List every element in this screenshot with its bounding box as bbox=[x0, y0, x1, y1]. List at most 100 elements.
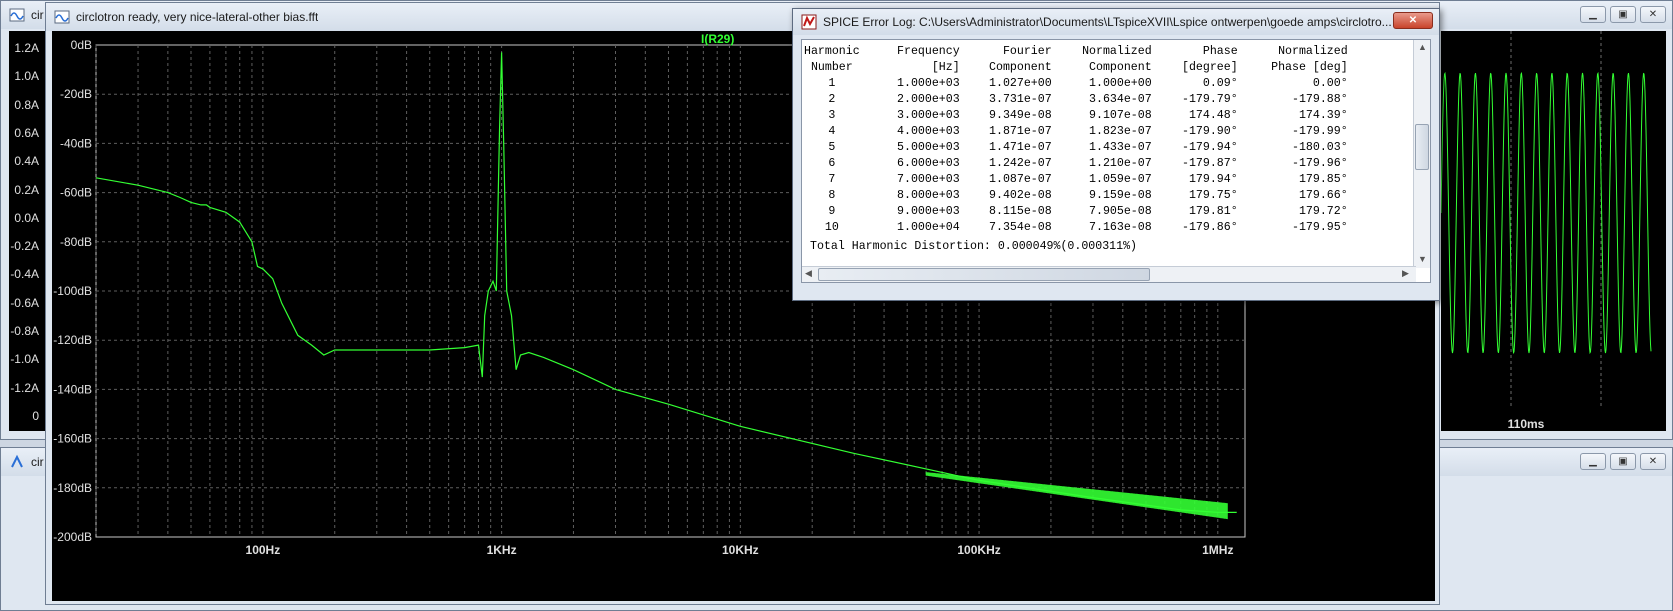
schematic-icon bbox=[11, 454, 23, 468]
table-cell: 1.433e-07 bbox=[1089, 141, 1152, 154]
header-cell: Fourier bbox=[1002, 45, 1052, 58]
table-cell: 1.059e-07 bbox=[1089, 173, 1152, 186]
table-cell: -179.79° bbox=[1182, 93, 1238, 106]
left-axis-tick-label: -0.2A bbox=[10, 239, 39, 254]
table-cell: 4 bbox=[828, 125, 836, 138]
close-button[interactable]: ✕ bbox=[1640, 453, 1666, 470]
left-axis-tick-label: -1.0A bbox=[10, 352, 39, 367]
close-button[interactable]: ✕ bbox=[1393, 12, 1433, 29]
maximize-button[interactable]: ▣ bbox=[1610, 6, 1636, 23]
scroll-right-arrow-icon[interactable]: ▶ bbox=[1402, 268, 1409, 279]
total-harmonic-distortion: Total Harmonic Distortion: 0.000049%(0.0… bbox=[810, 240, 1137, 253]
table-cell: 7.000e+03 bbox=[897, 173, 960, 186]
table-cell: 5.000e+03 bbox=[897, 141, 960, 154]
table-cell: 0.09° bbox=[1202, 77, 1238, 90]
header-cell: [degree] bbox=[1182, 61, 1238, 74]
horizontal-scrollbar[interactable]: ◀ ▶ bbox=[802, 266, 1416, 282]
table-row: 4 4.000e+03 1.871e-07 1.823e-07 -179.90° -179… bbox=[804, 124, 1348, 140]
table-cell: 7.905e-08 bbox=[1089, 205, 1152, 218]
left-axis-tick-label: -0.8A bbox=[10, 324, 39, 338]
table-cell: 7 bbox=[828, 173, 836, 186]
table-cell: 179.85° bbox=[1298, 173, 1348, 186]
table-row: 5 5.000e+03 1.471e-07 1.433e-07 -179.94° -180… bbox=[804, 140, 1348, 156]
left-axis-tick-label: 0.6A bbox=[14, 125, 39, 140]
table-cell: 2.000e+03 bbox=[897, 93, 960, 106]
x-tick-label: 1MHz bbox=[1202, 543, 1233, 557]
table-cell: 9.107e-08 bbox=[1089, 109, 1152, 122]
header-cell: Frequency bbox=[897, 45, 960, 58]
table-row: 9 9.000e+03 8.115e-08 7.905e-08 179.81° 179.7… bbox=[804, 204, 1348, 220]
left-axis-tick-label: 1.0A bbox=[14, 69, 39, 84]
table-row: 10 1.000e+04 7.354e-08 7.163e-08 -179.86° -17… bbox=[804, 220, 1348, 236]
close-button[interactable]: ✕ bbox=[1640, 6, 1666, 23]
table-cell: 3.000e+03 bbox=[897, 109, 960, 122]
left-axis-tick-label: -0.4A bbox=[10, 267, 39, 282]
left-axis-tick-label: -1.2A bbox=[10, 380, 39, 395]
x-tick-label: 100Hz bbox=[246, 543, 281, 557]
header-cell: Component bbox=[1089, 61, 1152, 74]
y-tick-label: -160dB bbox=[53, 432, 92, 446]
x-tick-label: 1KHz bbox=[487, 543, 517, 557]
table-cell: -179.95° bbox=[1292, 221, 1348, 234]
table-cell: -179.86° bbox=[1182, 221, 1238, 234]
table-cell: -179.96° bbox=[1292, 157, 1348, 170]
table-cell: 179.66° bbox=[1298, 189, 1348, 202]
table-cell: -180.03° bbox=[1292, 141, 1348, 154]
vertical-scroll-thumb[interactable] bbox=[1415, 124, 1429, 170]
table-cell: 1.871e-07 bbox=[989, 125, 1052, 138]
y-tick-label: -120dB bbox=[53, 333, 92, 347]
window-title: cir bbox=[31, 455, 44, 469]
minimize-button[interactable]: ▁ bbox=[1580, 453, 1606, 470]
header-cell: [Hz] bbox=[931, 61, 960, 74]
y-tick-label: -180dB bbox=[53, 481, 92, 495]
table-row: 2 2.000e+03 3.731e-07 3.634e-07 -179.79° -179… bbox=[804, 92, 1347, 108]
left-axis-tick-label: -0.6A bbox=[10, 295, 39, 310]
fourier-table: Harmonic Frequency Fourier Normalized Ph… bbox=[804, 44, 1348, 236]
left-axis-tick-label: 1.2A bbox=[14, 41, 39, 55]
table-cell: -179.99° bbox=[1292, 125, 1348, 138]
table-cell: 174.48° bbox=[1188, 109, 1238, 122]
table-cell: 9.159e-08 bbox=[1089, 189, 1152, 202]
left-axis-tick-label: 0.2A bbox=[14, 182, 39, 197]
table-cell: 9.402e-08 bbox=[989, 189, 1052, 202]
minimize-button[interactable]: ▁ bbox=[1580, 6, 1606, 23]
header-cell: Normalized bbox=[1278, 45, 1348, 58]
scroll-left-arrow-icon[interactable]: ◀ bbox=[805, 268, 812, 279]
log-text-area[interactable]: Harmonic Frequency Fourier Normalized Ph… bbox=[801, 39, 1431, 283]
y-tick-label: -100dB bbox=[53, 284, 92, 298]
trace-label[interactable]: I(R29) bbox=[701, 32, 734, 46]
fft-window-title: circlotron ready, very nice-lateral-othe… bbox=[76, 10, 319, 24]
scroll-up-arrow-icon[interactable]: ▲ bbox=[1418, 42, 1427, 52]
dialog-titlebar[interactable]: SPICE Error Log: C:\Users\Administrator\… bbox=[793, 9, 1439, 35]
time-plot-right[interactable]: 110ms bbox=[1440, 31, 1666, 431]
scroll-down-arrow-icon[interactable]: ▼ bbox=[1418, 254, 1427, 264]
table-cell: -179.90° bbox=[1182, 125, 1238, 138]
header-cell: Phase bbox=[1202, 45, 1238, 58]
header-cell: Normalized bbox=[1082, 45, 1152, 58]
table-row: 6 6.000e+03 1.242e-07 1.210e-07 -179.87° -179… bbox=[804, 156, 1348, 172]
time-axis-label: 110ms bbox=[1507, 417, 1545, 431]
left-axis-tick-label: 0.4A bbox=[14, 154, 39, 169]
y-tick-label: -40dB bbox=[60, 136, 92, 150]
vertical-scrollbar[interactable]: ▲ ▼ bbox=[1413, 40, 1430, 268]
table-cell: 1.087e-07 bbox=[989, 173, 1052, 186]
table-cell: 7.354e-08 bbox=[989, 221, 1052, 234]
y-tick-label: 0dB bbox=[71, 38, 92, 52]
time-waveform bbox=[1440, 31, 1652, 406]
y-tick-label: -60dB bbox=[60, 186, 92, 200]
x-tick-label: 100KHz bbox=[957, 543, 1000, 557]
x-tick-label: 10KHz bbox=[722, 543, 759, 557]
horizontal-scroll-thumb[interactable] bbox=[818, 268, 1150, 281]
header-cell: Component bbox=[989, 61, 1052, 74]
table-cell: 179.75° bbox=[1188, 189, 1238, 202]
y-tick-label: -80dB bbox=[60, 235, 92, 249]
table-cell: 179.72° bbox=[1298, 205, 1348, 218]
table-cell: 6 bbox=[828, 157, 836, 170]
table-row: 8 8.000e+03 9.402e-08 9.159e-08 179.75° 179.6… bbox=[804, 188, 1348, 204]
table-cell: 8.000e+03 bbox=[897, 189, 960, 202]
window-controls: ▁ ▣ ✕ bbox=[1580, 6, 1666, 23]
table-cell: 1.823e-07 bbox=[1089, 125, 1152, 138]
left-axis-tick-label: 0.8A bbox=[14, 97, 39, 112]
maximize-button[interactable]: ▣ bbox=[1610, 453, 1636, 470]
table-cell: 1 bbox=[828, 77, 836, 90]
